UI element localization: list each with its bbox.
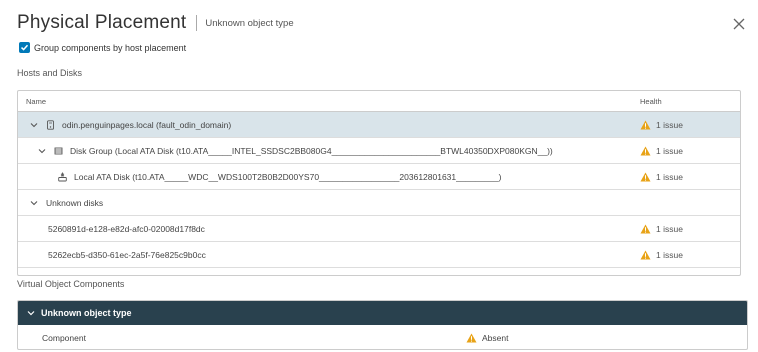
hosts-disks-grid: Name Health odin.penguinpages.local (fau…	[17, 90, 741, 276]
warning-icon	[640, 250, 651, 259]
warning-icon	[640, 146, 651, 155]
health-cell: 1 issue	[640, 146, 740, 156]
dialog-title: Physical Placement	[17, 12, 187, 33]
component-row[interactable]: Component Absent	[18, 325, 747, 349]
chevron-down-icon[interactable]	[38, 147, 46, 155]
object-group-header[interactable]: Unknown object type	[18, 301, 747, 325]
close-icon[interactable]	[732, 17, 746, 31]
object-group-title: Unknown object type	[41, 308, 132, 318]
tree-row-unknown-disk[interactable]: 5260891d-e128-e82d-afc0-02008d17f8dc 1 i…	[18, 216, 740, 242]
health-cell: 1 issue	[640, 172, 740, 182]
column-header-health[interactable]: Health	[640, 97, 740, 106]
grid-header: Name Health	[18, 91, 740, 112]
health-status: 1 issue	[656, 249, 683, 260]
unknown-disk-uuid: 5260891d-e128-e82d-afc0-02008d17f8dc	[48, 223, 205, 234]
disk-label: Local ATA Disk (t10.ATA_____WDC__WDS100T…	[74, 171, 502, 182]
health-status: 1 issue	[656, 171, 683, 182]
health-status: 1 issue	[656, 145, 683, 156]
unknown-disks-label: Unknown disks	[46, 197, 104, 208]
chevron-down-icon[interactable]	[27, 309, 35, 317]
group-by-host-checkbox[interactable]: Group components by host placement	[19, 42, 186, 53]
component-label: Component	[42, 333, 86, 343]
health-cell: 1 issue	[640, 224, 740, 234]
title-divider	[196, 15, 198, 31]
tree-row-disk-group[interactable]: Disk Group (Local ATA Disk (t10.ATA_____…	[18, 138, 740, 164]
tree-row-unknown-disks[interactable]: Unknown disks	[18, 190, 740, 216]
close-button[interactable]	[732, 17, 746, 31]
health-status: 1 issue	[656, 119, 683, 130]
health-status: 1 issue	[656, 223, 683, 234]
virtual-object-components-label: Virtual Object Components	[17, 279, 125, 289]
chevron-down-icon[interactable]	[30, 121, 38, 129]
component-state: Absent	[466, 333, 508, 343]
hosts-and-disks-label: Hosts and Disks	[17, 68, 83, 78]
warning-icon	[640, 120, 651, 129]
disk-group-icon	[54, 147, 63, 154]
component-state-text: Absent	[482, 333, 509, 343]
group-by-host-label: Group components by host placement	[34, 42, 187, 53]
health-cell: 1 issue	[640, 120, 740, 130]
health-cell: 1 issue	[640, 250, 740, 260]
chevron-down-icon[interactable]	[30, 199, 38, 207]
tree-row-unknown-disk[interactable]: 5262ecb5-d350-61ec-2a5f-76e825c9b0cc 1 i…	[18, 242, 740, 268]
host-icon	[47, 119, 54, 130]
checkbox-checked-icon[interactable]	[19, 42, 30, 53]
tree-row-host[interactable]: odin.penguinpages.local (fault_odin_doma…	[18, 112, 740, 138]
warning-icon	[640, 172, 651, 181]
tree-row-disk[interactable]: Local ATA Disk (t10.ATA_____WDC__WDS100T…	[18, 164, 740, 190]
dialog-subtitle: Unknown object type	[205, 17, 294, 29]
dialog-header: Physical Placement Unknown object type	[17, 10, 294, 36]
disk-group-label: Disk Group (Local ATA Disk (t10.ATA_____…	[70, 145, 553, 156]
warning-icon	[466, 333, 477, 343]
virtual-object-components-grid: Unknown object type Component Absent	[17, 300, 748, 350]
column-header-name[interactable]: Name	[18, 97, 640, 106]
unknown-disk-uuid: 5262ecb5-d350-61ec-2a5f-76e825c9b0cc	[48, 249, 206, 260]
host-label: odin.penguinpages.local (fault_odin_doma…	[62, 119, 232, 130]
disk-icon	[58, 172, 67, 181]
warning-icon	[640, 224, 651, 233]
